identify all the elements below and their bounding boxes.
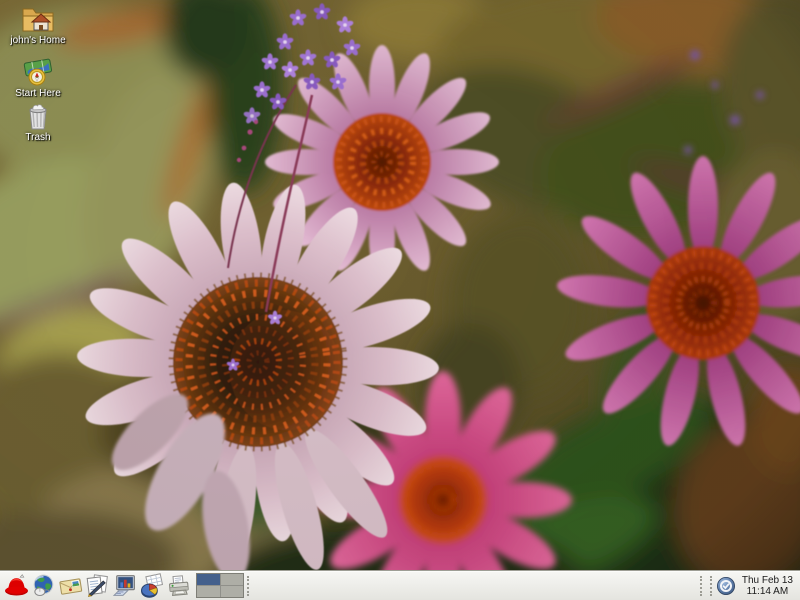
- update-alert-check-icon: [716, 576, 736, 596]
- start-here-icon: [22, 55, 54, 87]
- home-folder-icon: [20, 2, 56, 34]
- workspace-4[interactable]: [221, 586, 244, 597]
- email-button[interactable]: [57, 572, 84, 599]
- workspace-switcher: [196, 573, 244, 598]
- desktop-icon-trash[interactable]: Trash: [0, 99, 76, 143]
- desktop-icon-label: Trash: [25, 132, 50, 143]
- presentation-bar-chart-icon: [112, 573, 137, 598]
- word-processor-documents-pen-icon: [85, 573, 110, 598]
- workspace-3[interactable]: [197, 586, 220, 597]
- workspace-1[interactable]: [197, 574, 220, 585]
- update-alert-button[interactable]: [716, 575, 737, 596]
- clock-time: 11:14 AM: [742, 586, 793, 597]
- print-manager-button[interactable]: [165, 572, 192, 599]
- desktop-icon-start-here[interactable]: Start Here: [0, 55, 76, 99]
- main-menu-button[interactable]: [3, 572, 30, 599]
- desktop-icon-label: Start Here: [15, 88, 61, 99]
- tray-drag-handle[interactable]: [700, 576, 712, 596]
- web-browser-globe-icon: [31, 573, 56, 598]
- print-manager-printer-icon: [166, 573, 191, 598]
- presentation-button[interactable]: [111, 572, 138, 599]
- email-envelope-icon: [58, 573, 83, 598]
- desktop-wallpaper: [0, 0, 800, 600]
- red-hat-menu-icon: [4, 573, 29, 598]
- spreadsheet-pie-chart-icon: [139, 573, 164, 598]
- desktop-icon-johns-home[interactable]: john's Home: [0, 2, 76, 46]
- bottom-panel: Thu Feb 13 11:14 AM: [0, 570, 800, 600]
- web-browser-button[interactable]: [30, 572, 57, 599]
- clock-applet[interactable]: Thu Feb 13 11:14 AM: [742, 575, 793, 597]
- workspace-2[interactable]: [221, 574, 244, 585]
- word-processor-button[interactable]: [84, 572, 111, 599]
- desktop-icon-label: john's Home: [10, 35, 65, 46]
- trash-icon: [24, 99, 52, 131]
- spreadsheet-button[interactable]: [138, 572, 165, 599]
- clock-date: Thu Feb 13: [742, 575, 793, 586]
- panel-drag-handle[interactable]: [247, 576, 252, 596]
